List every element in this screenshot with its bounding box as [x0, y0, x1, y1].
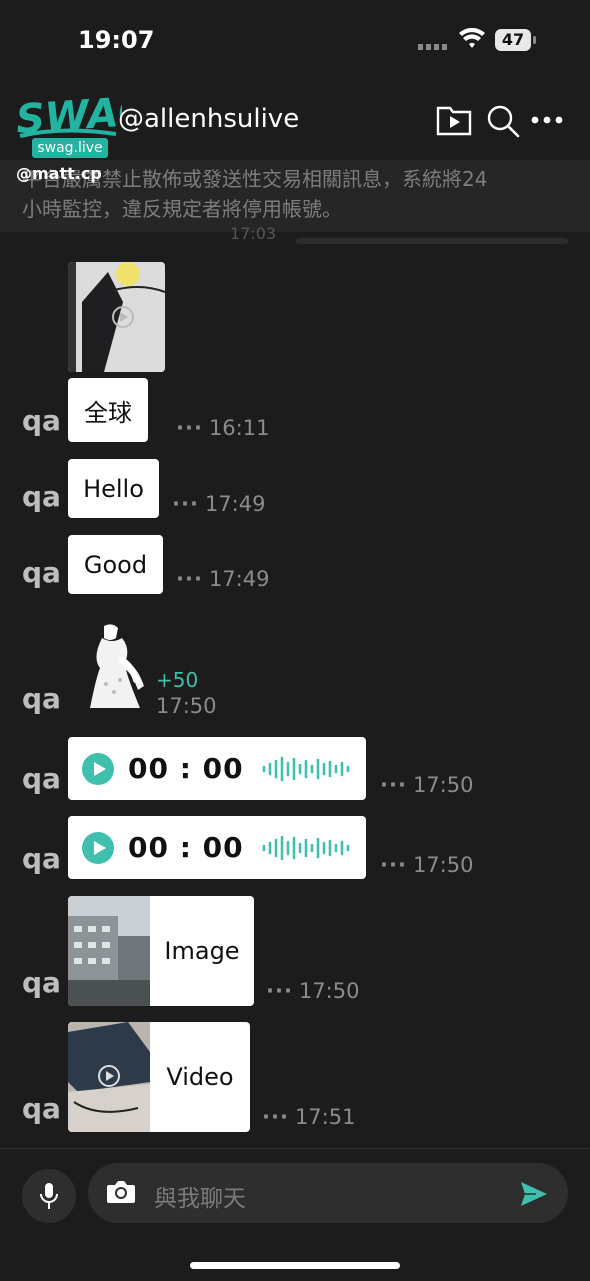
camera-icon[interactable]: [106, 1179, 136, 1205]
cellular-signal-icon: [418, 44, 450, 50]
wifi-icon: [459, 28, 485, 48]
message-meta: ··· 17:51: [262, 1105, 355, 1129]
message-options-icon[interactable]: ···: [176, 416, 203, 440]
sender-name[interactable]: qa: [22, 842, 61, 875]
message-meta: ··· 17:50: [380, 773, 473, 797]
message-time: 17:50: [156, 694, 217, 718]
notice-line-2: 小時監控，違反規定者將停用帳號。: [22, 197, 342, 221]
video-thumbnail: [68, 1022, 150, 1132]
microphone-button[interactable]: [22, 1169, 76, 1223]
message-options-icon[interactable]: ···: [380, 773, 407, 797]
status-bar: 19:07 47: [0, 0, 590, 80]
message-time: 17:50: [412, 853, 474, 877]
message-meta: ··· 17:49: [172, 492, 265, 516]
sender-name[interactable]: qa: [22, 682, 61, 715]
gift-amount: +50: [156, 668, 199, 692]
sender-name[interactable]: qa: [22, 556, 61, 589]
text-message-bubble[interactable]: 全球: [68, 378, 148, 442]
gift-dress-icon[interactable]: [76, 622, 150, 708]
audio-duration: 00 : 00: [128, 831, 244, 864]
image-message-thumbnail[interactable]: [68, 262, 165, 372]
message-options-icon[interactable]: ···: [172, 492, 199, 516]
waveform-icon: [262, 756, 350, 782]
image-thumbnail: [68, 896, 150, 1006]
message-meta: ··· 16:11: [176, 416, 269, 440]
video-folder-icon[interactable]: [436, 104, 472, 136]
audio-duration: 00 : 00: [128, 752, 244, 785]
chat-input-placeholder: 與我聊天: [154, 1186, 246, 1212]
home-indicator: [190, 1262, 400, 1269]
faded-timestamp: 17:03: [230, 224, 277, 243]
text-message-bubble[interactable]: Hello: [68, 459, 159, 518]
microphone-icon: [40, 1183, 58, 1209]
message-options-icon[interactable]: ···: [266, 979, 293, 1003]
media-label: Video: [166, 1063, 234, 1091]
message-meta: ··· 17:50: [380, 853, 473, 877]
send-icon[interactable]: [520, 1181, 548, 1207]
message-time: 17:49: [208, 567, 270, 591]
waveform-icon: [262, 835, 350, 861]
notice-line-1: 平台嚴厲禁止散佈或發送性交易相關訊息，系統將24: [22, 167, 488, 191]
channel-name[interactable]: @allenhsulive: [118, 104, 299, 134]
message-meta: ··· 17:49: [176, 567, 269, 591]
swag-logo-subtitle: swag.live: [32, 138, 108, 158]
message-options-icon[interactable]: ···: [380, 853, 407, 877]
play-icon[interactable]: [82, 752, 114, 785]
sender-name[interactable]: qa: [22, 1092, 61, 1125]
sender-name[interactable]: qa: [22, 480, 61, 513]
message-options-icon[interactable]: ···: [176, 567, 203, 591]
text-message-bubble[interactable]: Good: [68, 535, 163, 594]
search-icon[interactable]: [486, 104, 520, 138]
battery-icon: 47: [495, 29, 536, 51]
message-meta: ··· 17:50: [266, 979, 359, 1003]
video-message-bubble[interactable]: Video: [68, 1022, 250, 1132]
audio-message-bubble[interactable]: 00 : 00: [68, 816, 366, 879]
message-time: 17:50: [412, 773, 474, 797]
message-time: 17:51: [294, 1105, 356, 1129]
chat-input[interactable]: 與我聊天: [88, 1163, 568, 1223]
sender-name[interactable]: qa: [22, 966, 61, 999]
image-message-bubble[interactable]: Image: [68, 896, 254, 1006]
sender-name[interactable]: qa: [22, 404, 61, 437]
media-label: Image: [164, 937, 240, 965]
audio-message-bubble[interactable]: 00 : 00: [68, 737, 366, 800]
message-options-icon[interactable]: ···: [262, 1105, 289, 1129]
message-time: 16:11: [208, 416, 270, 440]
chat-header: SWAG swag.live @allenhsulive: [0, 80, 590, 170]
status-time: 19:07: [78, 26, 155, 54]
message-time: 17:50: [298, 979, 360, 1003]
overlay-handle: @matt.cp: [16, 164, 102, 183]
play-icon[interactable]: [82, 831, 114, 864]
message-time: 17:49: [204, 492, 266, 516]
more-icon[interactable]: [530, 110, 564, 130]
faded-message-bar: [296, 238, 568, 244]
sender-name[interactable]: qa: [22, 762, 61, 795]
